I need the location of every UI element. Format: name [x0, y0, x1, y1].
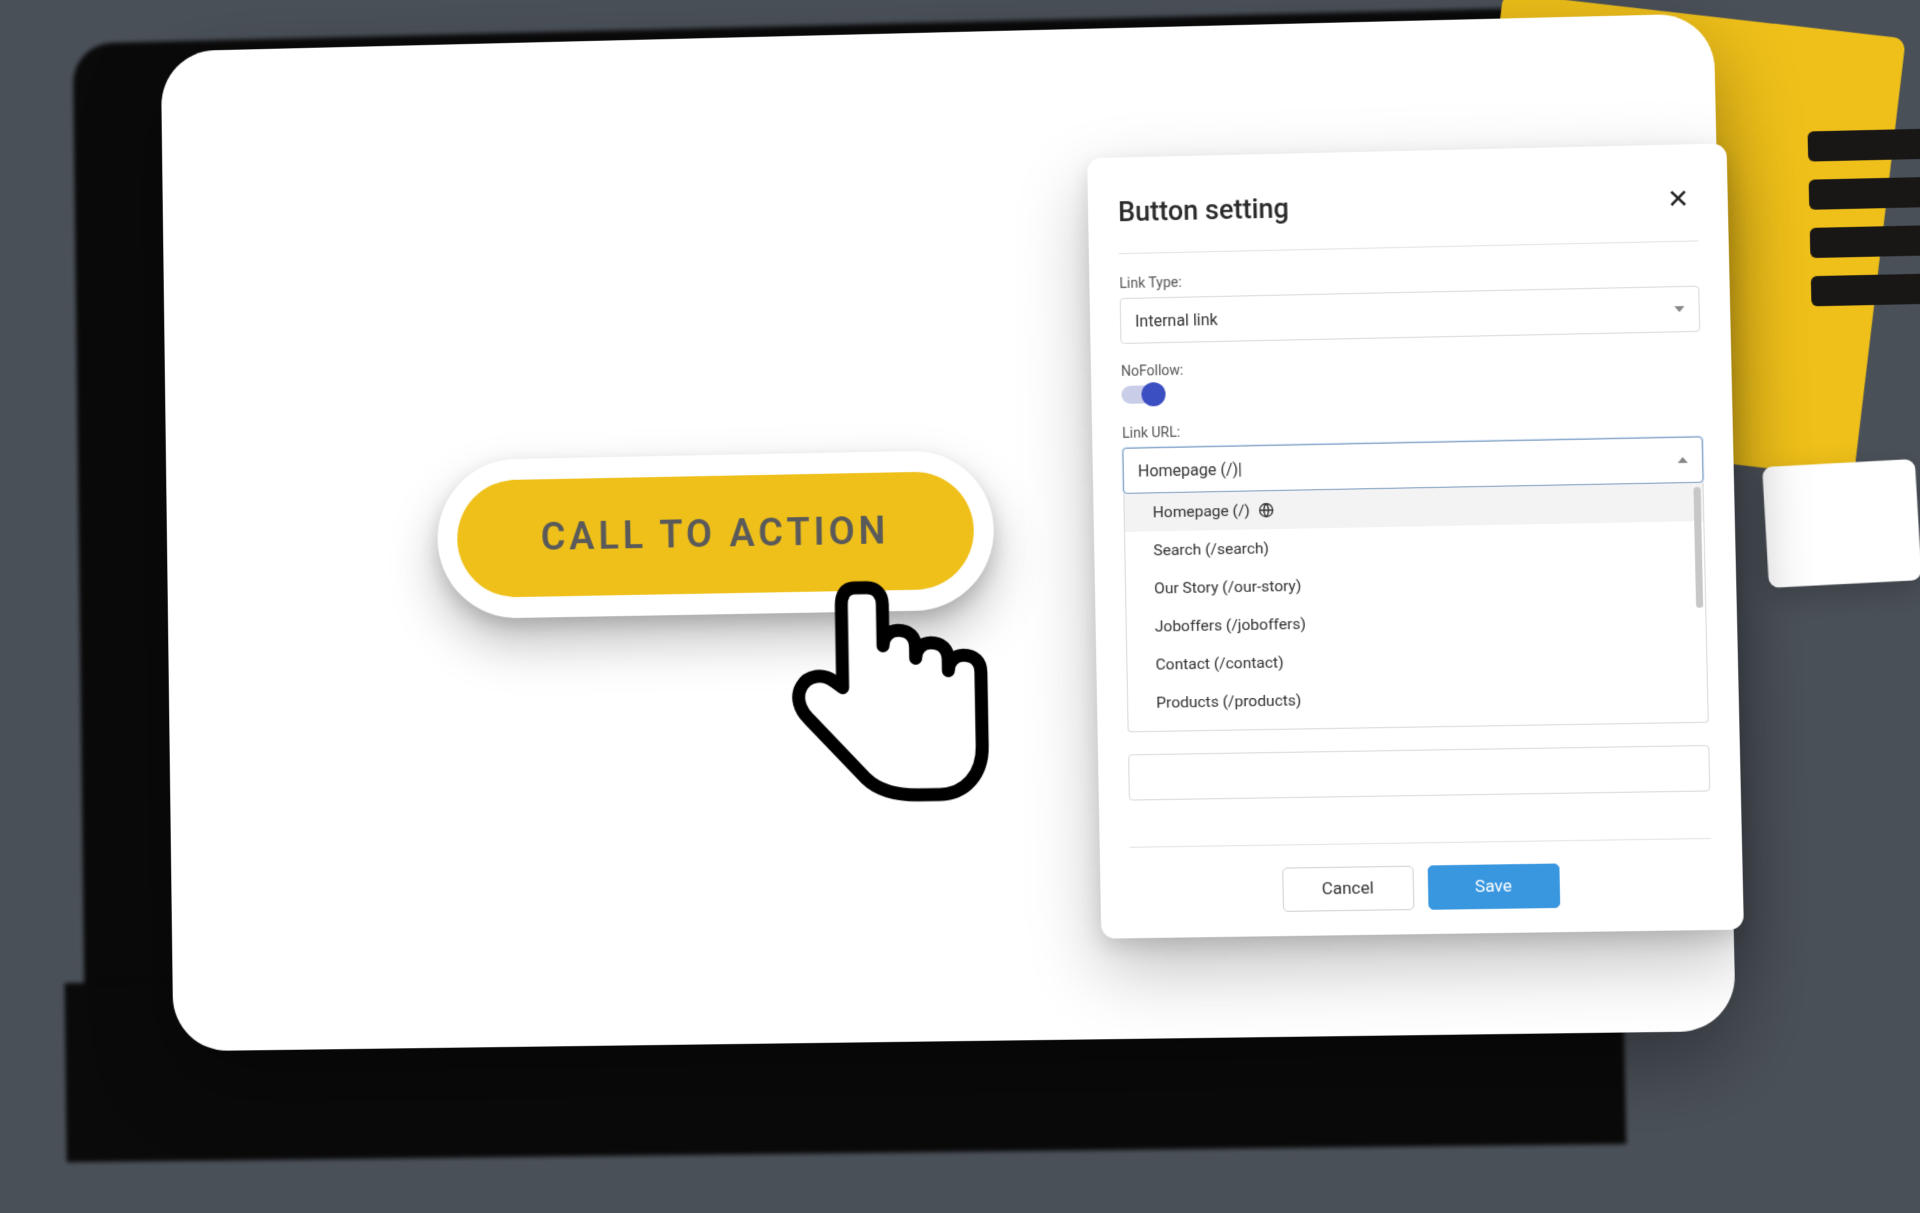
link-url-dropdown: Homepage (/) Search (/search) Our Story … — [1123, 483, 1709, 733]
link-url-value: Homepage (/)| — [1138, 459, 1242, 480]
cta-label: CALL TO ACTION — [540, 509, 889, 559]
panel-footer: Cancel Save — [1130, 838, 1713, 914]
globe-icon — [1258, 502, 1274, 518]
editor-canvas: CALL TO ACTION Button setting ✕ Link Typ… — [161, 13, 1736, 1051]
nofollow-toggle[interactable] — [1121, 385, 1163, 404]
chevron-up-icon — [1678, 457, 1688, 463]
save-label: Save — [1475, 876, 1512, 897]
chevron-down-icon — [1674, 306, 1684, 312]
cursor-hand-icon — [750, 559, 1014, 823]
panel-body: Link Type: Internal link NoFollow: Link … — [1119, 241, 1711, 846]
button-settings-panel: Button setting ✕ Link Type: Internal lin… — [1087, 143, 1744, 938]
close-icon[interactable]: ✕ — [1659, 182, 1698, 217]
cancel-label: Cancel — [1321, 878, 1374, 899]
option-label: Arabica Cruiser (/product-arabica) — [1157, 728, 1394, 732]
background-stripes — [1808, 129, 1920, 333]
option-label: Homepage (/) — [1153, 502, 1250, 522]
link-type-select[interactable]: Internal link — [1120, 286, 1701, 344]
option-label: Contact (/contact) — [1155, 653, 1283, 673]
toggle-knob — [1141, 382, 1166, 406]
additional-field[interactable] — [1128, 745, 1710, 801]
option-label: Search (/search) — [1153, 539, 1269, 559]
nofollow-label: NoFollow: — [1121, 352, 1701, 380]
option-label: Our Story (/our-story) — [1154, 577, 1301, 598]
panel-title: Button setting — [1118, 192, 1289, 228]
link-type-value: Internal link — [1135, 309, 1218, 330]
cancel-button[interactable]: Cancel — [1282, 866, 1414, 912]
save-button[interactable]: Save — [1427, 863, 1560, 909]
option-label: Products (/products) — [1156, 691, 1301, 712]
bg-card-fragment — [1762, 459, 1920, 588]
option-label: Joboffers (/joboffers) — [1155, 615, 1306, 636]
